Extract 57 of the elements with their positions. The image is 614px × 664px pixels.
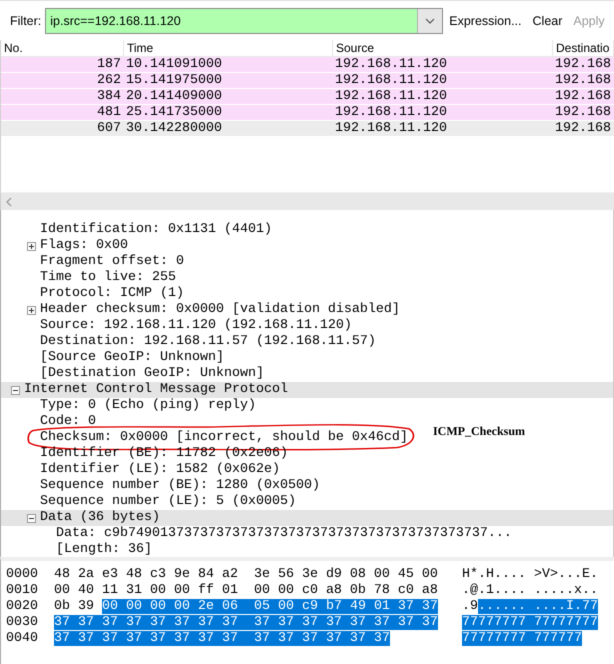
tree-item[interactable]: Data (36 bytes) bbox=[40, 510, 160, 526]
tree-item[interactable]: [Length: 36] bbox=[56, 542, 152, 557]
column-header[interactable]: Destinatio bbox=[553, 40, 614, 56]
ascii-text[interactable]: .9 bbox=[462, 599, 478, 614]
tree-item[interactable]: [Source GeoIP: Unknown] bbox=[40, 350, 224, 366]
ascii-text[interactable]: 77777777 77777777 bbox=[462, 615, 598, 630]
tree-item[interactable]: Flags: 0x00 bbox=[40, 238, 128, 254]
tree-item[interactable]: Header checksum: 0x0000 [validation disabled] bbox=[40, 302, 400, 318]
horizontal-scrollbar[interactable] bbox=[0, 192, 614, 210]
offset-label: 0030 bbox=[5, 615, 39, 631]
expand-icon[interactable] bbox=[27, 306, 36, 314]
collapse-icon[interactable] bbox=[27, 514, 36, 522]
tree-item[interactable]: Identifier (LE): 1582 (0x062e) bbox=[40, 462, 280, 478]
ascii-text[interactable]: .@.1.... .....x.. bbox=[462, 583, 598, 598]
hex-bytes[interactable]: 48 2a e3 48 c3 9e 84 a2 3e 56 3e d9 08 00 45 00 bbox=[54, 567, 438, 582]
dropdown-button[interactable] bbox=[417, 9, 442, 33]
toolbar-button[interactable]: Expression... bbox=[444, 8, 527, 34]
packet-row[interactable]: 481 25.141735000 192.168.11.120 192.168 bbox=[1, 105, 614, 121]
ascii-text[interactable]: H*.H.... >V>...E. bbox=[462, 567, 598, 582]
tree-item[interactable]: Sequence number (LE): 5 (0x0005) bbox=[40, 494, 296, 510]
packet-row[interactable]: 187 10.141091000 192.168.11.120 192.168 bbox=[1, 57, 614, 73]
ascii-text[interactable]: 77777777 777777 bbox=[462, 631, 582, 646]
filter-label: Filter: bbox=[10, 13, 42, 30]
filter-field[interactable]: ip.src==192.168.11.120 bbox=[45, 8, 444, 34]
expand-icon[interactable] bbox=[27, 242, 36, 250]
tree-item[interactable]: Fragment offset: 0 bbox=[40, 254, 184, 270]
tree-item[interactable]: Identification: 0x1131 (4401) bbox=[40, 222, 272, 238]
hex-bytes[interactable]: 37 37 37 37 37 37 37 37 37 37 37 37 37 37 bbox=[54, 631, 390, 646]
chevron-down-icon bbox=[425, 18, 436, 24]
tree-item[interactable]: Identifier (BE): 11782 (0x2e06) bbox=[40, 446, 288, 462]
tree-item[interactable]: Sequence number (BE): 1280 (0x0500) bbox=[40, 478, 320, 494]
packet-row[interactable]: 607 30.142280000 192.168.11.120 192.168 bbox=[1, 121, 614, 137]
tree-item[interactable]: Type: 0 (Echo (ping) reply) bbox=[40, 398, 256, 414]
offset-label: 0000 bbox=[5, 567, 39, 583]
tree-item[interactable]: Time to live: 255 bbox=[40, 270, 176, 286]
tree-item[interactable]: Destination: 192.168.11.57 (192.168.11.57) bbox=[40, 334, 376, 350]
tree-item[interactable]: Data: c9b749013737373737373737373737373737373737373737... bbox=[56, 526, 512, 542]
hex-bytes[interactable]: 00 00 00 00 2e 06 05 00 c9 b7 49 01 37 37 bbox=[102, 599, 438, 614]
tree-item[interactable]: [Destination GeoIP: Unknown] bbox=[40, 366, 264, 382]
hex-bytes[interactable]: 0b 39 bbox=[54, 599, 102, 614]
annotation-label: ICMP_Checksum bbox=[433, 424, 525, 439]
column-header[interactable]: No. bbox=[1, 40, 124, 56]
collapse-icon[interactable] bbox=[11, 386, 20, 394]
packet-row[interactable]: 384 20.141409000 192.168.11.120 192.168 bbox=[1, 89, 614, 105]
tree-item[interactable]: Protocol: ICMP (1) bbox=[40, 286, 184, 302]
column-header[interactable]: Time bbox=[124, 40, 333, 56]
column-header[interactable]: Source bbox=[333, 40, 553, 56]
offset-label: 0010 bbox=[5, 583, 39, 599]
toolbar-button[interactable]: Clear bbox=[528, 8, 568, 34]
hex-bytes[interactable]: 00 40 11 31 00 00 ff 01 00 00 c0 a8 0b 78 c0 a8 bbox=[54, 583, 438, 598]
tree-item[interactable]: Code: 0 bbox=[40, 414, 96, 430]
hex-bytes[interactable]: 37 37 37 37 37 37 37 37 37 37 37 37 37 37 37 37 bbox=[54, 615, 438, 630]
ascii-text[interactable]: ...... ....I.77 bbox=[478, 599, 598, 614]
tree-item[interactable]: Source: 192.168.11.120 (192.168.11.120) bbox=[40, 318, 352, 334]
packet-row[interactable]: 262 15.141975000 192.168.11.120 192.168 bbox=[1, 73, 614, 89]
offset-label: 0040 bbox=[5, 631, 39, 647]
offset-label: 0020 bbox=[5, 599, 39, 615]
